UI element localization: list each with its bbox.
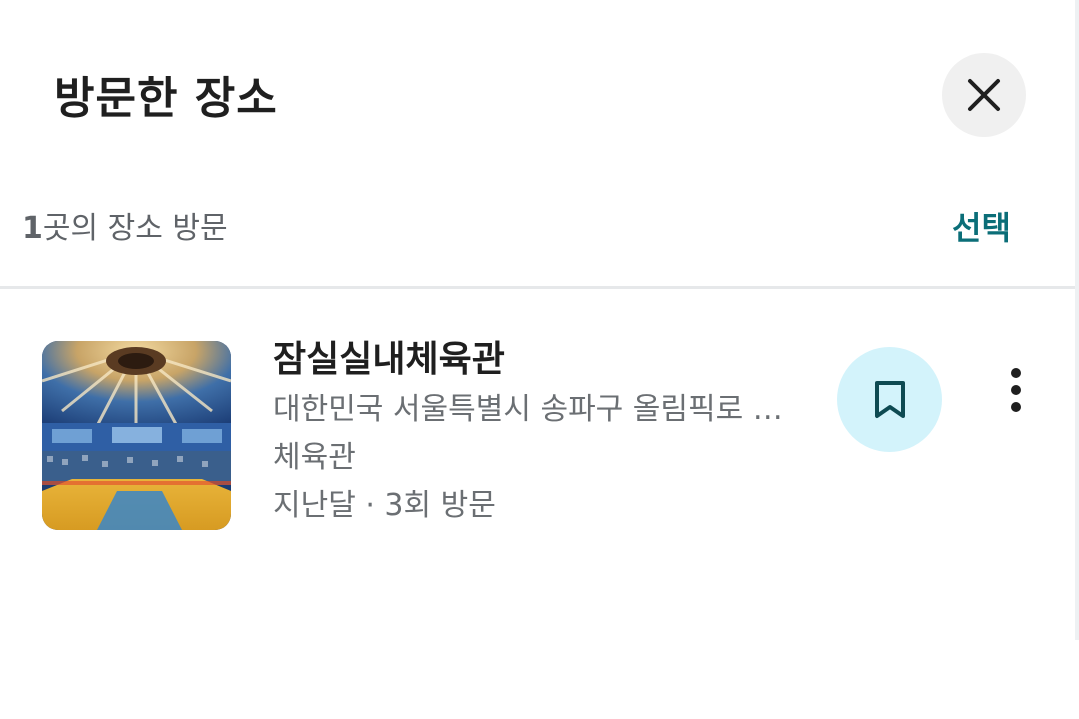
select-button[interactable]: 선택: [952, 203, 1011, 249]
page-title: 방문한 장소: [54, 73, 278, 124]
bookmark-icon: [874, 380, 905, 418]
more-options-button[interactable]: [996, 362, 1036, 418]
visit-summary-text: 곳의 장소 방문: [42, 211, 228, 246]
place-category: 체육관: [273, 440, 356, 475]
visit-summary: 1곳의 장소 방문: [22, 203, 228, 247]
place-thumbnail[interactable]: [42, 341, 231, 530]
place-visit-info: 지난달 · 3회 방문: [273, 488, 496, 523]
side-edge: [1075, 0, 1079, 640]
place-name[interactable]: 잠실실내체육관: [273, 330, 505, 382]
visited-places-page: 방문한 장소 1곳의 장소 방문 선택 잠실실내체육관 대한민국 서울특별시 송…: [0, 0, 1079, 719]
place-address: 대한민국 서울특별시 송파구 올림픽로 …: [273, 392, 783, 427]
save-button[interactable]: [837, 347, 942, 452]
arena-photo: [42, 341, 231, 530]
more-vert-icon: [1011, 368, 1021, 412]
close-button[interactable]: [942, 53, 1026, 137]
divider: [0, 286, 1075, 289]
visit-count: 1: [22, 211, 43, 246]
list-item[interactable]: 잠실실내체육관 대한민국 서울특별시 송파구 올림픽로 … 체육관 지난달 · …: [0, 300, 1075, 560]
close-icon: [968, 79, 1000, 111]
